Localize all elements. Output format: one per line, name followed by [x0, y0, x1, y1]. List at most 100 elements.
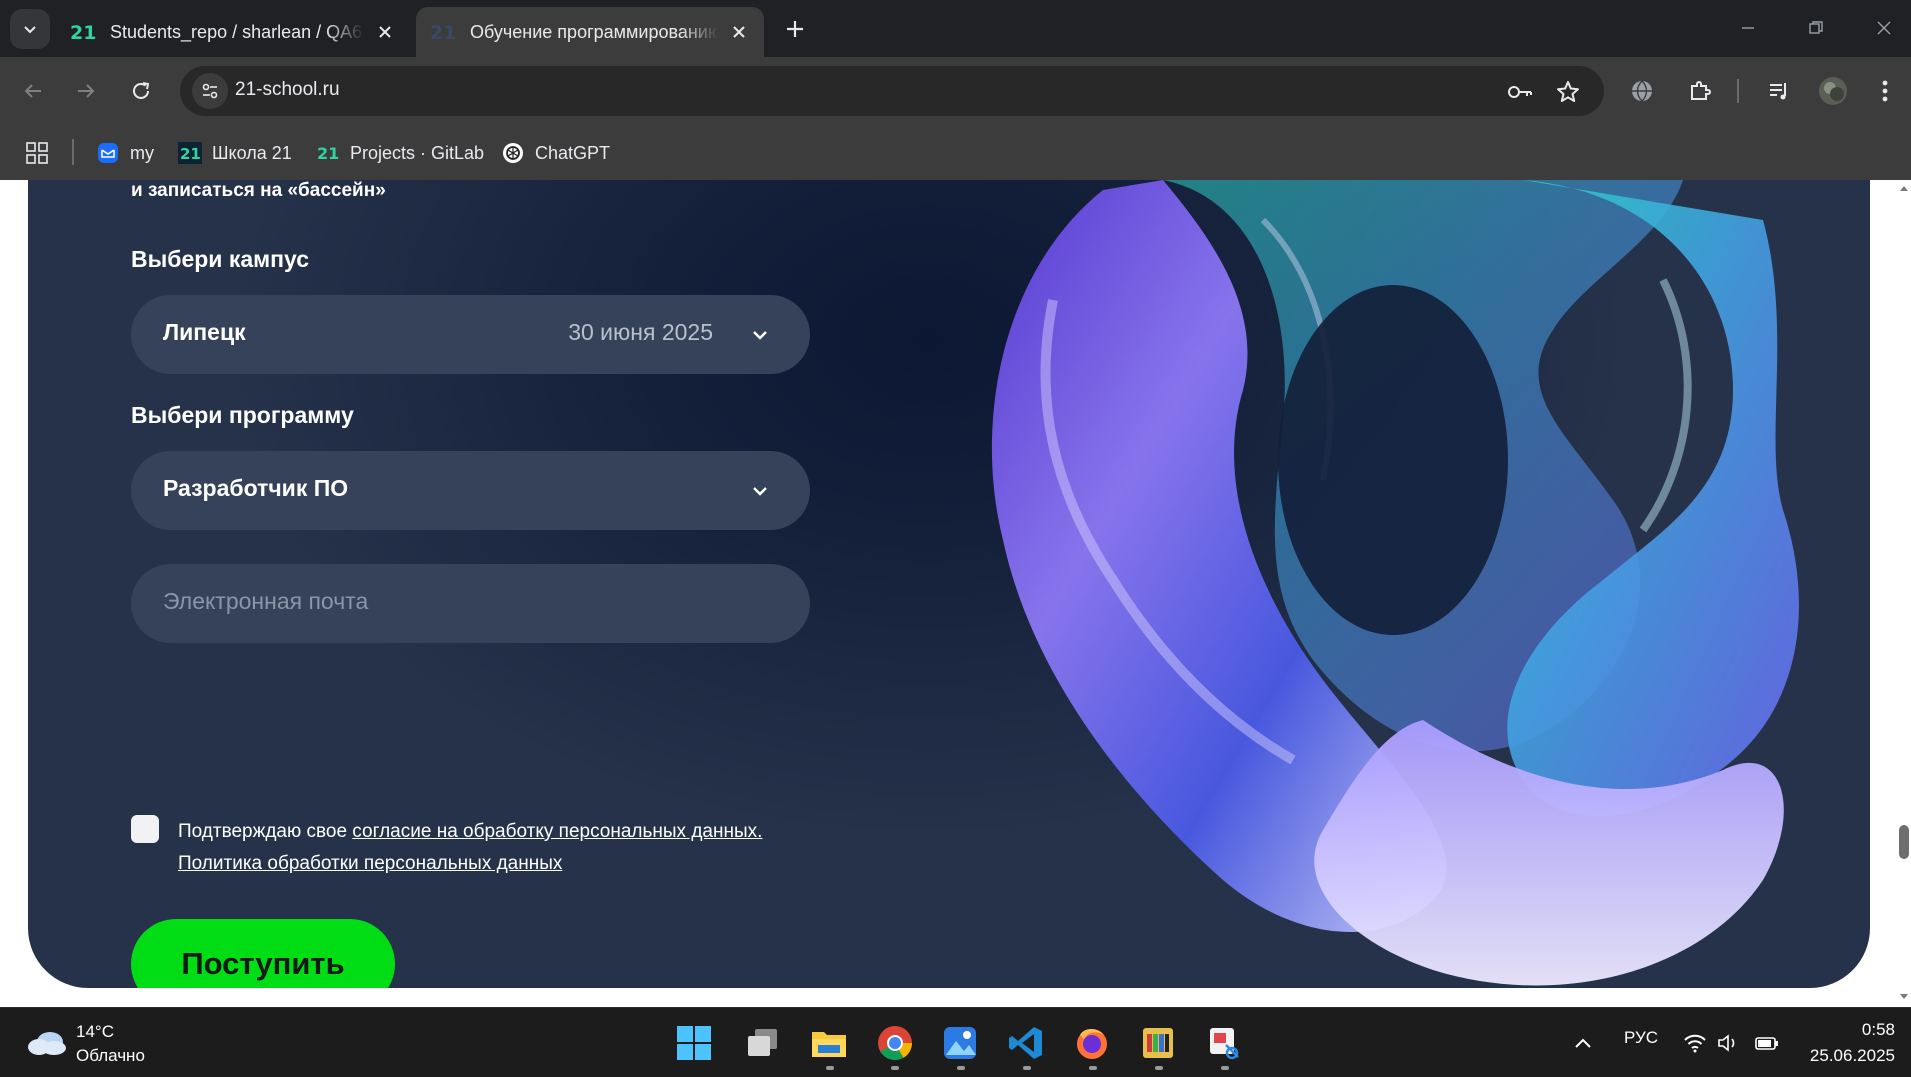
volume-icon[interactable] — [1716, 1030, 1742, 1056]
school21-icon: 21 — [316, 141, 340, 165]
tab-students-repo[interactable]: 21 Students_repo / sharlean / QA6 — [56, 7, 410, 57]
browser-toolbar: 21-school.ru — [0, 57, 1911, 125]
running-indicator — [1155, 1066, 1163, 1070]
bookmark-label: my — [130, 142, 154, 163]
close-window-button[interactable] — [1860, 10, 1908, 46]
bookmark-label: ChatGPT — [535, 142, 611, 163]
url-text[interactable]: 21-school.ru — [235, 79, 340, 101]
apps-grid-icon — [26, 142, 48, 164]
task-view-icon[interactable] — [742, 1022, 784, 1064]
bookmark-label: Школа 21 — [212, 142, 292, 163]
running-indicator — [1221, 1066, 1229, 1070]
restore-icon — [1809, 21, 1823, 34]
reload-button[interactable] — [122, 72, 160, 110]
back-button[interactable] — [14, 72, 52, 110]
svg-text:21: 21 — [317, 144, 339, 163]
chrome-icon[interactable] — [874, 1022, 916, 1064]
bookmarks-bar: my 21 Школа 21 21 Projects · GitLab Chat… — [0, 125, 1911, 180]
campus-label: Выбери кампус — [131, 246, 310, 272]
translate-globe-icon[interactable] — [1625, 74, 1659, 108]
bookmark-gitlab[interactable]: 21 Projects · GitLab — [316, 139, 484, 167]
windows-taskbar: 14°C Облачно РУС 0:58 25.06.2025 — [0, 1007, 1911, 1077]
scrollbar-thumb[interactable] — [1899, 825, 1909, 859]
consent-prefix: Подтверждаю свое — [178, 821, 353, 842]
bookmark-star-icon[interactable] — [1554, 78, 1582, 106]
language-indicator[interactable]: РУС — [1624, 1028, 1658, 1048]
email-placeholder: Электронная почта — [163, 588, 369, 614]
running-indicator — [891, 1066, 899, 1070]
program-select[interactable]: Разработчик ПО — [131, 451, 810, 530]
svg-text:21: 21 — [430, 22, 456, 43]
enrollment-card: и записаться на «бассейн» Выбери кампус … — [28, 180, 1870, 988]
extensions-icon[interactable] — [1683, 74, 1717, 108]
start-icon[interactable] — [673, 1022, 715, 1064]
battery-icon[interactable] — [1754, 1030, 1780, 1056]
tab-search-button[interactable] — [10, 9, 50, 49]
profile-avatar[interactable] — [1816, 74, 1850, 108]
address-bar[interactable]: 21-school.ru — [180, 66, 1604, 116]
close-tab-icon[interactable] — [374, 21, 396, 43]
glass-ribbon-illustration — [991, 180, 1799, 986]
toolbar-divider — [1737, 79, 1739, 103]
vscode-icon[interactable] — [1005, 1022, 1047, 1064]
campus-select[interactable]: Липецк 30 июня 2025 — [131, 295, 810, 374]
school21-icon: 21 — [430, 22, 456, 43]
page-viewport: и записаться на «бассейн» Выбери кампус … — [0, 180, 1911, 1007]
bookmark-my[interactable]: my — [96, 139, 154, 167]
clock-date[interactable]: 25.06.2025 — [1810, 1046, 1895, 1066]
wifi-icon[interactable] — [1682, 1030, 1708, 1056]
chevron-down-icon — [753, 487, 767, 496]
bookmarks-divider — [72, 139, 74, 165]
page-scrollbar[interactable] — [1897, 180, 1911, 1007]
program-value: Разработчик ПО — [163, 475, 349, 501]
tab-title: Students_repo / sharlean / QA6 — [110, 21, 363, 42]
bookmark-label: Projects · GitLab — [350, 142, 485, 163]
submit-button[interactable]: Поступить — [131, 919, 395, 988]
bookmark-chatgpt[interactable]: ChatGPT — [501, 139, 610, 167]
weather-description[interactable]: Облачно — [76, 1046, 145, 1066]
cloud-icon — [28, 1032, 66, 1055]
apps-grid-button[interactable] — [26, 139, 48, 167]
consent-link[interactable]: согласие на обработку персональных данны… — [352, 821, 762, 842]
scroll-up-icon[interactable] — [1899, 184, 1909, 192]
password-key-icon[interactable] — [1506, 78, 1534, 106]
chevron-down-icon — [24, 26, 36, 34]
media-control-icon[interactable] — [1762, 74, 1796, 108]
site-info-button[interactable] — [192, 73, 228, 109]
tab-obuchenie[interactable]: 21 Обучение программированию — [416, 7, 764, 57]
close-tab-icon[interactable] — [728, 21, 750, 43]
terminal-app-icon[interactable] — [1137, 1022, 1179, 1064]
scroll-down-icon[interactable] — [1899, 993, 1909, 1001]
minimize-icon — [1742, 27, 1754, 29]
school21-icon: 21 — [70, 22, 96, 43]
campus-date: 30 июня 2025 — [568, 319, 713, 345]
weather-temperature[interactable]: 14°C — [76, 1022, 114, 1042]
minimize-button[interactable] — [1724, 10, 1772, 46]
lead-text: и записаться на «бассейн» — [131, 180, 386, 201]
tab-title: Обучение программированию — [470, 21, 718, 42]
chatgpt-icon — [501, 141, 525, 165]
bookmark-school21[interactable]: 21 Школа 21 — [178, 139, 292, 167]
show-hidden-icons-icon[interactable] — [1570, 1030, 1596, 1056]
plus-icon — [787, 21, 803, 37]
new-tab-button[interactable] — [778, 12, 812, 46]
firefox-icon[interactable] — [1071, 1022, 1113, 1064]
mail-icon — [96, 141, 120, 165]
consent-checkbox[interactable] — [131, 815, 159, 843]
forward-button[interactable] — [67, 72, 105, 110]
file-explorer-icon[interactable] — [808, 1022, 850, 1064]
policy-link[interactable]: Политика обработки персональных данных — [178, 853, 562, 874]
restore-button[interactable] — [1792, 10, 1840, 46]
email-field[interactable]: Электронная почта — [131, 564, 810, 643]
running-indicator — [1023, 1066, 1031, 1070]
program-label: Выбери программу — [131, 402, 354, 428]
menu-kebab-icon[interactable] — [1868, 74, 1902, 108]
school21-icon: 21 — [178, 141, 202, 165]
svg-text:21: 21 — [180, 145, 201, 163]
clock-time[interactable]: 0:58 — [1862, 1020, 1895, 1040]
campus-value: Липецк — [163, 319, 246, 345]
tune-icon — [202, 83, 218, 99]
arrow-left-icon — [24, 84, 41, 98]
snipping-tool-icon[interactable] — [1203, 1022, 1245, 1064]
photos-icon[interactable] — [939, 1022, 981, 1064]
